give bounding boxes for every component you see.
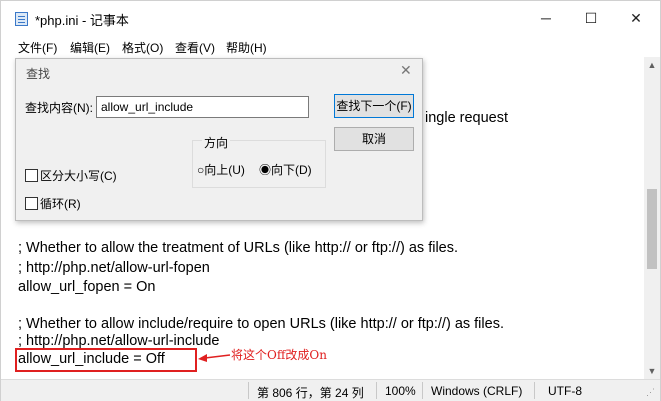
- editor-line: allow_url_fopen = On: [18, 279, 156, 295]
- status-divider: [422, 382, 423, 399]
- find-dialog: 查找 ✕ 查找内容(N): allow_url_include 查找下一个(F)…: [15, 58, 423, 221]
- direction-label: 方向: [202, 134, 231, 151]
- title-bar: *php.ini - 记事本 ─ ☐ ✕: [1, 1, 660, 35]
- find-label: 查找内容(N):: [25, 101, 93, 115]
- highlight-box: [15, 348, 197, 372]
- notepad-window: *php.ini - 记事本 ─ ☐ ✕ 文件(F) 编辑(E) 格式(O) 查…: [0, 0, 661, 401]
- chevron-up-icon[interactable]: ▲: [644, 57, 660, 73]
- checkbox-icon: [25, 197, 38, 210]
- vertical-scrollbar[interactable]: ▲ ▼: [644, 57, 660, 379]
- cancel-button[interactable]: 取消: [334, 127, 414, 151]
- match-case-checkbox[interactable]: 区分大小写(C): [25, 167, 117, 184]
- find-input[interactable]: allow_url_include: [96, 96, 309, 118]
- arrow-icon: [198, 354, 231, 362]
- wrap-checkbox[interactable]: 循环(R): [25, 195, 81, 212]
- editor-line: ; Whether to allow include/require to op…: [18, 316, 504, 332]
- direction-up-label: 向上(U): [204, 163, 245, 177]
- status-divider: [376, 382, 377, 399]
- menu-bar: 文件(F) 编辑(E) 格式(O) 查看(V) 帮助(H): [1, 35, 660, 57]
- cursor-position: 第 806 行，第 24 列: [257, 386, 364, 400]
- line-ending: Windows (CRLF): [431, 384, 523, 398]
- encoding: UTF-8: [548, 384, 582, 398]
- minimize-button[interactable]: ─: [523, 1, 569, 35]
- editor-line: ; http://php.net/allow-url-include: [18, 333, 220, 349]
- dialog-title: 查找: [26, 67, 51, 81]
- editor-line: ; Whether to allow the treatment of URLs…: [18, 240, 459, 256]
- menu-format[interactable]: 格式(O): [122, 39, 163, 56]
- scrollbar-thumb[interactable]: [647, 189, 657, 269]
- radio-checked-icon: ◉: [259, 163, 272, 177]
- resize-grip-icon[interactable]: ⋰: [646, 387, 655, 398]
- status-bar: 第 806 行，第 24 列 100% Windows (CRLF) UTF-8: [1, 379, 660, 401]
- direction-down-label: 向下(D): [271, 163, 312, 177]
- match-case-label: 区分大小写(C): [40, 169, 117, 183]
- direction-up-radio[interactable]: ○向上(U): [197, 161, 245, 178]
- wrap-label: 循环(R): [40, 197, 81, 211]
- find-next-button[interactable]: 查找下一个(F): [334, 94, 414, 118]
- status-divider: [534, 382, 535, 399]
- close-button[interactable]: ✕: [613, 1, 659, 35]
- status-divider: [248, 382, 249, 399]
- direction-down-radio[interactable]: ◉向下(D): [259, 161, 312, 178]
- editor-line: ingle request: [425, 110, 509, 126]
- menu-view[interactable]: 查看(V): [175, 39, 215, 56]
- menu-help[interactable]: 帮助(H): [226, 39, 267, 56]
- zoom-level: 100%: [385, 384, 416, 398]
- menu-edit[interactable]: 编辑(E): [70, 39, 110, 56]
- close-icon[interactable]: ✕: [400, 62, 412, 79]
- editor-line: ; http://php.net/allow-url-fopen: [18, 260, 210, 276]
- window-title: *php.ini - 记事本: [35, 13, 129, 28]
- checkbox-icon: [25, 169, 38, 182]
- menu-file[interactable]: 文件(F): [18, 39, 57, 56]
- annotation-text: 将这个Off改成On: [231, 348, 327, 362]
- maximize-button[interactable]: ☐: [568, 1, 614, 35]
- chevron-down-icon[interactable]: ▼: [644, 363, 660, 379]
- notepad-icon: [15, 12, 28, 26]
